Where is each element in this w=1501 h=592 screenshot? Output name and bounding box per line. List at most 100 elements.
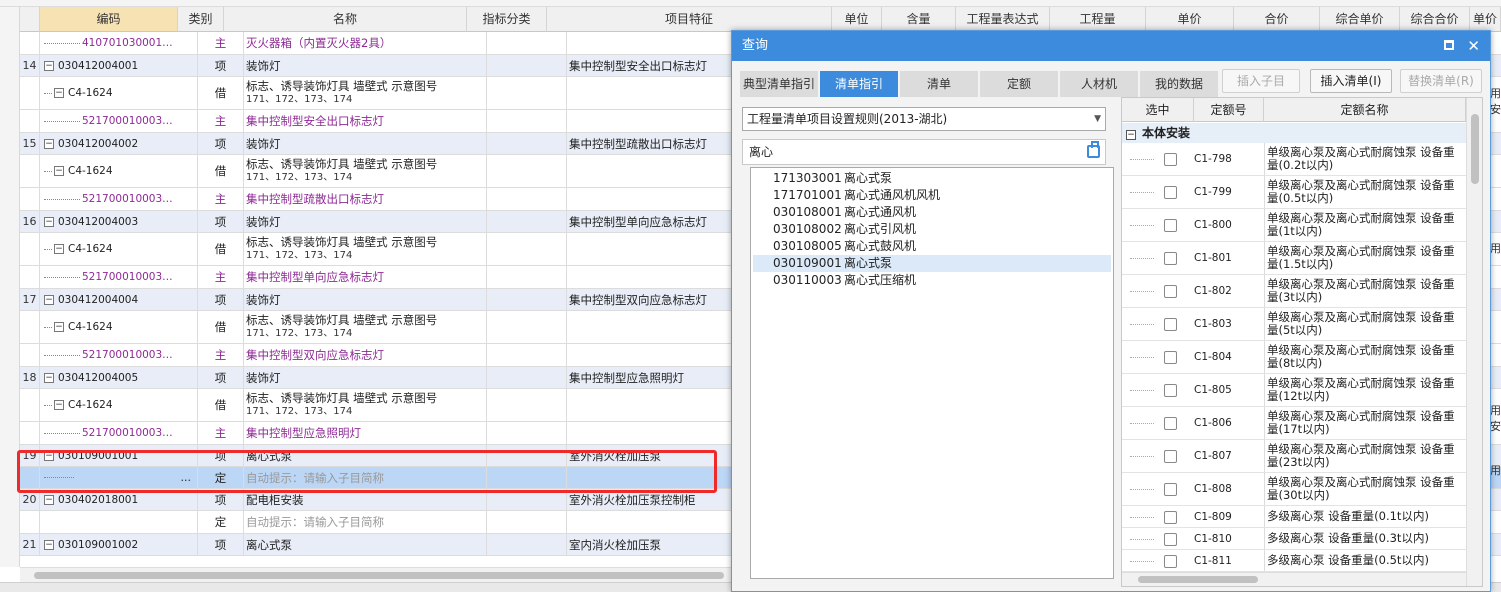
header-expr[interactable]: 工程量表达式 bbox=[956, 7, 1050, 32]
collapse-icon[interactable]: − bbox=[1126, 130, 1136, 140]
indicator-cell[interactable] bbox=[487, 511, 567, 533]
type-cell[interactable]: 定 bbox=[198, 467, 244, 488]
collapse-icon[interactable]: − bbox=[44, 138, 54, 149]
quota-row[interactable]: C1-808 单级离心泵及离心式耐腐蚀泵 设备重量(30t以内) bbox=[1122, 473, 1466, 506]
name-cell[interactable]: 集中控制型双向应急标志灯 bbox=[244, 344, 487, 366]
header-total[interactable]: 合价 bbox=[1234, 7, 1320, 32]
indicator-cell[interactable] bbox=[487, 233, 567, 265]
type-cell[interactable]: 项 bbox=[198, 489, 244, 510]
code-cell[interactable]: −030412004004 bbox=[40, 289, 198, 310]
quota-row[interactable]: C1-811 多级离心泵 设备重量(0.5t以内) bbox=[1122, 550, 1466, 572]
type-cell[interactable]: 定 bbox=[198, 511, 244, 533]
quota-row[interactable]: C1-805 单级离心泵及离心式耐腐蚀泵 设备重量(12t以内) bbox=[1122, 374, 1466, 407]
quota-row[interactable]: C1-803 单级离心泵及离心式耐腐蚀泵 设备重量(5t以内) bbox=[1122, 308, 1466, 341]
indicator-cell[interactable] bbox=[487, 289, 567, 310]
result-item[interactable]: 030110003 离心式压缩机 bbox=[753, 272, 1111, 289]
select-checkbox[interactable] bbox=[1164, 384, 1177, 397]
quota-row[interactable]: C1-800 单级离心泵及离心式耐腐蚀泵 设备重量(1t以内) bbox=[1122, 209, 1466, 242]
indicator-cell[interactable] bbox=[487, 32, 567, 54]
header-code[interactable]: 编码 bbox=[40, 7, 178, 32]
quota-row[interactable]: C1-804 单级离心泵及离心式耐腐蚀泵 设备重量(8t以内) bbox=[1122, 341, 1466, 374]
name-cell[interactable]: 集中控制型安全出口标志灯 bbox=[244, 110, 487, 132]
search-input[interactable]: 离心 bbox=[742, 139, 1106, 165]
name-cell[interactable]: 装饰灯 bbox=[244, 133, 487, 154]
header-name[interactable]: 名称 bbox=[224, 7, 467, 32]
name-cell[interactable]: 装饰灯 bbox=[244, 367, 487, 388]
code-cell[interactable] bbox=[40, 511, 198, 533]
name-cell[interactable]: 装饰灯 bbox=[244, 211, 487, 232]
quota-row[interactable]: C1-807 单级离心泵及离心式耐腐蚀泵 设备重量(23t以内) bbox=[1122, 440, 1466, 473]
select-checkbox[interactable] bbox=[1164, 532, 1177, 546]
indicator-cell[interactable] bbox=[487, 489, 567, 510]
tab-list[interactable]: 清单 bbox=[900, 71, 978, 97]
quota-row[interactable]: C1-802 单级离心泵及离心式耐腐蚀泵 设备重量(3t以内) bbox=[1122, 275, 1466, 308]
result-item[interactable]: 030108001 离心式通风机 bbox=[753, 204, 1111, 221]
code-cell[interactable]: 521700010003… bbox=[40, 344, 198, 366]
tab-typical-list-guide[interactable]: 典型清单指引 bbox=[740, 71, 818, 97]
code-cell[interactable]: 521700010003… bbox=[40, 266, 198, 288]
indicator-cell[interactable] bbox=[487, 77, 567, 109]
select-checkbox[interactable] bbox=[1164, 252, 1177, 265]
name-cell[interactable]: 装饰灯 bbox=[244, 55, 487, 76]
result-item[interactable]: 030108002 离心式引风机 bbox=[753, 221, 1111, 238]
header-unit[interactable]: 单位 bbox=[832, 7, 882, 32]
quota-row[interactable]: C1-798 单级离心泵及离心式耐腐蚀泵 设备重量(0.2t以内) bbox=[1122, 143, 1466, 176]
quota-row[interactable]: C1-801 单级离心泵及离心式耐腐蚀泵 设备重量(1.5t以内) bbox=[1122, 242, 1466, 275]
collapse-icon[interactable]: − bbox=[44, 372, 54, 383]
code-cell[interactable]: 521700010003… bbox=[40, 188, 198, 210]
result-item[interactable]: 030108005 离心式鼓风机 bbox=[753, 238, 1111, 255]
indicator-cell[interactable] bbox=[487, 389, 567, 421]
quota-vertical-scrollbar[interactable] bbox=[1466, 98, 1482, 586]
code-cell[interactable]: −030402018001 bbox=[40, 489, 198, 510]
rule-select[interactable]: 工程量清单项目设置规则(2013-湖北) ▼ bbox=[742, 107, 1106, 131]
header-type[interactable]: 类别 bbox=[178, 7, 224, 32]
select-checkbox[interactable] bbox=[1164, 554, 1177, 568]
insert-list-button[interactable]: 插入清单(I) bbox=[1310, 69, 1392, 93]
quota-row[interactable]: C1-810 多级离心泵 设备重量(0.3t以内) bbox=[1122, 528, 1466, 550]
code-cell[interactable]: − C4-1624 bbox=[40, 233, 198, 265]
collapse-icon[interactable]: − bbox=[44, 294, 54, 305]
name-cell[interactable]: 集中控制型疏散出口标志灯 bbox=[244, 188, 487, 210]
code-cell[interactable]: −030109001002 bbox=[40, 534, 198, 555]
header-comp-price[interactable]: 综合单价 bbox=[1320, 7, 1400, 32]
collapse-icon[interactable]: − bbox=[54, 244, 64, 254]
indicator-cell[interactable] bbox=[487, 367, 567, 388]
quota-row[interactable]: C1-799 单级离心泵及离心式耐腐蚀泵 设备重量(0.5t以内) bbox=[1122, 176, 1466, 209]
type-cell[interactable]: 主 bbox=[198, 422, 244, 444]
code-cell[interactable]: −030412004002 bbox=[40, 133, 198, 154]
header-comp-total[interactable]: 综合合价 bbox=[1400, 7, 1470, 32]
select-checkbox[interactable] bbox=[1164, 219, 1177, 232]
header-price[interactable]: 单价 bbox=[1146, 7, 1234, 32]
close-icon[interactable]: ✕ bbox=[1467, 36, 1480, 56]
group-row[interactable]: − 本体安装 bbox=[1122, 123, 1466, 143]
type-cell[interactable]: 项 bbox=[198, 367, 244, 388]
name-cell[interactable]: 标志、诱导装饰灯具 墙壁式 示意图号 171、172、173、174 bbox=[244, 77, 487, 109]
type-cell[interactable]: 主 bbox=[198, 32, 244, 54]
code-cell[interactable]: 521700010003… bbox=[40, 422, 198, 444]
name-cell[interactable]: 集中控制型单向应急标志灯 bbox=[244, 266, 487, 288]
type-cell[interactable]: 主 bbox=[198, 266, 244, 288]
insert-sub-button[interactable]: 插入子目 bbox=[1222, 69, 1300, 93]
scrollbar-thumb[interactable] bbox=[1138, 576, 1258, 583]
type-cell[interactable]: 借 bbox=[198, 311, 244, 343]
quota-row[interactable]: C1-809 多级离心泵 设备重量(0.1t以内) bbox=[1122, 506, 1466, 528]
code-cell[interactable]: −030412004001 bbox=[40, 55, 198, 76]
select-checkbox[interactable] bbox=[1164, 417, 1177, 430]
type-cell[interactable]: 借 bbox=[198, 233, 244, 265]
type-cell[interactable]: 主 bbox=[198, 188, 244, 210]
indicator-cell[interactable] bbox=[487, 422, 567, 444]
type-cell[interactable]: 借 bbox=[198, 389, 244, 421]
collapse-icon[interactable]: − bbox=[54, 400, 64, 410]
code-cell[interactable]: − C4-1624 bbox=[40, 77, 198, 109]
name-cell[interactable]: 自动提示：请输入子目简称 bbox=[244, 511, 487, 533]
header-indicator[interactable]: 指标分类 bbox=[467, 7, 547, 32]
type-cell[interactable]: 项 bbox=[198, 133, 244, 154]
name-cell[interactable]: 标志、诱导装饰灯具 墙壁式 示意图号 171、172、173、174 bbox=[244, 233, 487, 265]
tab-labor-material[interactable]: 人材机 bbox=[1060, 71, 1138, 97]
code-cell[interactable]: − C4-1624 bbox=[40, 389, 198, 421]
name-cell[interactable]: 集中控制型应急照明灯 bbox=[244, 422, 487, 444]
name-cell[interactable]: 自动提示：请输入子目简称 bbox=[244, 467, 487, 488]
chevron-down-icon[interactable]: ▼ bbox=[1094, 108, 1101, 130]
select-checkbox[interactable] bbox=[1164, 483, 1177, 496]
header-qty[interactable]: 含量 bbox=[882, 7, 956, 32]
